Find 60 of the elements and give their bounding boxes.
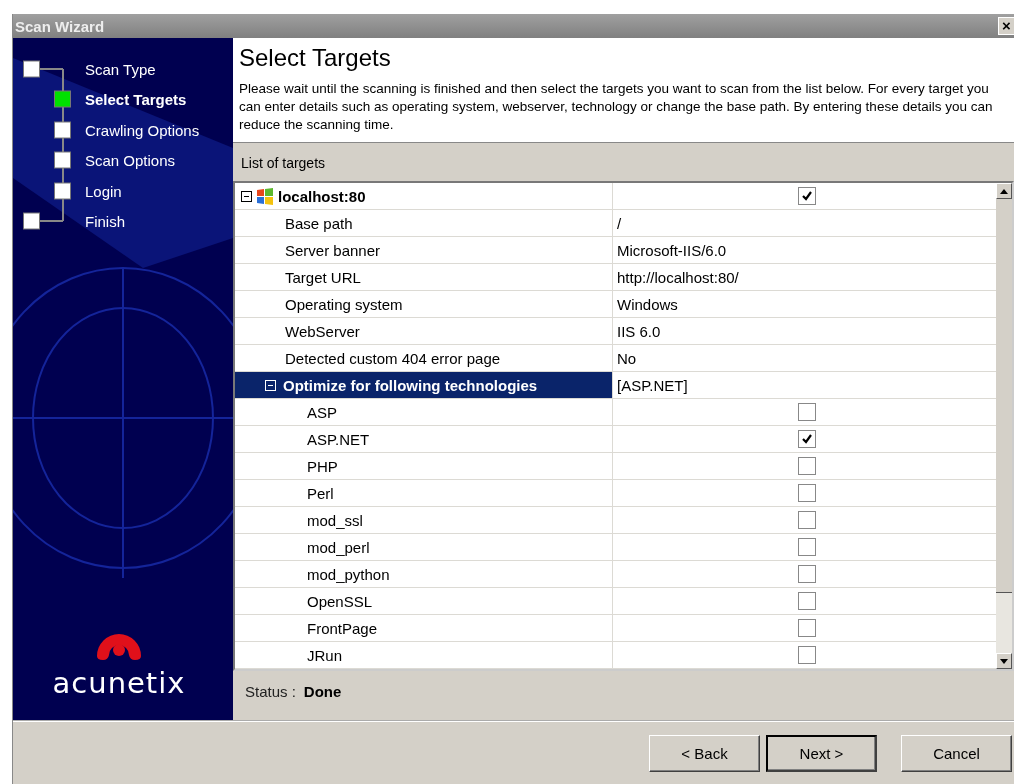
checkbox[interactable] [797,484,816,502]
checkbox[interactable] [797,187,816,205]
technology-name: PHP [307,457,338,475]
logo-text: acunetix [52,666,186,700]
technology-name: ASP [307,403,337,421]
target-host[interactable]: localhost:80 [278,187,366,205]
scroll-down-icon[interactable] [1000,658,1008,664]
checkbox[interactable] [797,457,816,475]
technology-name: Perl [307,484,334,502]
technology-name: mod_perl [307,538,370,556]
technology-name: mod_python [307,565,390,583]
close-button[interactable]: × [998,17,1014,35]
property-name: Detected custom 404 error page [285,349,501,367]
technology-name: JRun [307,646,343,664]
property-name: WebServer [285,322,360,340]
step-label: Select Targets [85,91,187,109]
step-label: Finish [85,213,125,231]
page-title: Select Targets [239,44,392,72]
technology-name: ASP.NET [307,430,370,448]
group-row[interactable]: Optimize for following technologies [ASP.NET] [235,372,996,399]
property-name: Server banner [285,241,381,259]
checkbox[interactable] [797,619,816,637]
wizard-button[interactable]: Next > [766,734,877,772]
checkbox[interactable] [797,565,816,583]
property-value[interactable]: / [617,214,622,232]
technology-name: OpenSSL [307,592,373,610]
window-title: Scan Wizard [15,17,105,35]
step-label: Crawling Options [85,121,200,139]
checkbox[interactable] [797,430,816,448]
status-label: Status : [245,683,296,702]
description-text: Please wait until the scanning is finished and then select the targets you want to scan from the list below. For every target you can enter details such as operating system, webserver, technology or change the base path. By entering these details you can reduce the scanning time. [239,80,994,134]
step-label: Login [85,182,122,200]
technology-name: FrontPage [307,619,378,637]
wizard-button[interactable]: < Back [649,734,760,772]
windows-logo-icon [255,187,275,205]
checkbox[interactable] [797,646,816,664]
checkbox[interactable] [797,538,816,556]
technology-name: mod_ssl [307,511,363,529]
scroll-up-icon[interactable] [1000,188,1008,194]
property-value[interactable]: No [617,349,637,367]
property-value[interactable]: Windows [617,295,678,313]
property-name: Target URL [285,268,361,286]
status-value: Done [303,683,342,702]
property-name: Base path [285,214,353,232]
checkbox[interactable] [797,592,816,610]
property-value[interactable]: http://localhost:80/ [617,268,739,286]
scrollbar[interactable] [996,183,1012,669]
checkbox[interactable] [797,403,816,421]
checkbox[interactable] [797,511,816,529]
wizard-button[interactable]: Cancel [901,734,1012,772]
group-value[interactable]: [ASP.NET] [617,376,688,394]
checkmark-icon [800,190,813,202]
group-name: Optimize for following technologies [283,376,538,394]
checkmark-icon [800,433,813,445]
step-label: Scan Type [85,60,156,78]
property-name: Operating system [285,295,403,313]
property-value[interactable]: IIS 6.0 [617,322,661,340]
property-value[interactable]: Microsoft-IIS/6.0 [617,241,727,259]
step-label: Scan Options [85,152,176,170]
collapse-icon[interactable] [241,190,252,202]
